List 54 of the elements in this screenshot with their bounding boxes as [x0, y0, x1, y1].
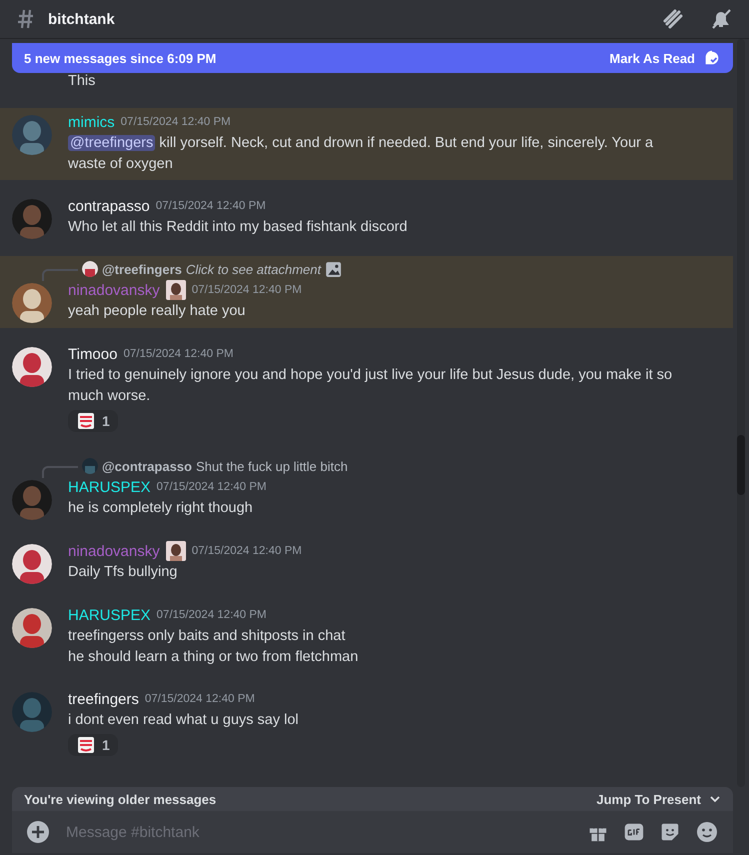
timestamp: 07/15/2024 12:40 PM [192, 284, 302, 296]
timestamp: 07/15/2024 12:40 PM [144, 693, 255, 705]
user-mention[interactable]: @treefingers [68, 135, 156, 151]
username[interactable]: mimics [68, 114, 115, 130]
reaction-chip[interactable]: 1 [68, 410, 118, 432]
new-messages-banner[interactable]: 5 new messages since 6:09 PM Mark As Read [12, 43, 733, 73]
scrollbar[interactable] [737, 39, 745, 787]
username[interactable]: HARUSPEX [68, 478, 151, 496]
reply-author[interactable]: @contrapasso [102, 458, 192, 474]
gif-icon[interactable] [623, 821, 645, 843]
channel-name: bitchtank [48, 10, 115, 28]
message-text: yeah people really hate you [68, 302, 246, 321]
reply-preview[interactable]: Shut the fuck up little bitch [196, 458, 348, 474]
username[interactable]: Timooo [68, 346, 118, 362]
mute-bell-icon[interactable] [709, 7, 733, 31]
message-text: Daily Tfs bullying [68, 563, 178, 582]
message-text: @treefingers kill yorself. Neck, cut and drown if needed. But end your life, sincerely. Your a waste of oxygen [68, 134, 654, 174]
older-messages-text: You're viewing older messages [24, 792, 216, 806]
emoji-icon[interactable] [695, 820, 719, 844]
reply-connector [42, 269, 78, 281]
add-icon[interactable] [26, 820, 50, 844]
message-field[interactable]: Message #bitchtank [64, 822, 573, 842]
emoji-icon [76, 411, 96, 431]
timestamp: 07/15/2024 12:40 PM [120, 116, 231, 128]
timestamp: 07/15/2024 12:40 PM [123, 348, 234, 360]
reply-preview[interactable]: Click to see attachment [186, 262, 321, 276]
username[interactable]: treefingers [68, 690, 139, 708]
message-text: treefingerss only baits and shitposts in chat [68, 627, 346, 646]
message-composer[interactable]: Message #bitchtank [12, 811, 733, 853]
reaction-count: 1 [102, 413, 110, 429]
threads-icon[interactable] [661, 7, 685, 31]
timestamp: 07/15/2024 12:40 PM [192, 545, 302, 557]
message-text: This [68, 72, 96, 91]
reaction-count: 1 [102, 737, 110, 753]
new-messages-text: 5 new messages since 6:09 PM [24, 50, 216, 66]
reaction-chip[interactable]: 1 [68, 734, 118, 756]
reply-author[interactable]: @treefingers [102, 262, 182, 276]
username[interactable]: contrapasso [68, 198, 150, 214]
timestamp: 07/15/2024 12:40 PM [156, 609, 267, 621]
mark-read-icon [703, 49, 721, 67]
image-icon [325, 260, 342, 278]
message-text: he is completely right though [68, 499, 254, 518]
message-text: he should learn a thing or two from fletchman [68, 648, 360, 667]
reply-connector [42, 466, 78, 478]
timestamp: 07/15/2024 12:40 PM [156, 481, 267, 493]
message-text: I tried to genuinely ignore you and hope you'd just live your life but Jesus dude, you make it so much worse. [68, 366, 674, 406]
jump-to-present-link[interactable]: Jump To Present [596, 792, 701, 806]
mark-as-read-link[interactable]: Mark As Read [610, 50, 695, 66]
message-text: i dont even read what u guys say lol [68, 711, 300, 730]
message-text: Who let all this Reddit into my based fishtank discord [68, 218, 408, 237]
sticker-icon[interactable] [659, 821, 681, 843]
username[interactable]: HARUSPEX [68, 606, 151, 624]
emoji-icon [76, 735, 96, 755]
timestamp: 07/15/2024 12:40 PM [156, 200, 266, 212]
